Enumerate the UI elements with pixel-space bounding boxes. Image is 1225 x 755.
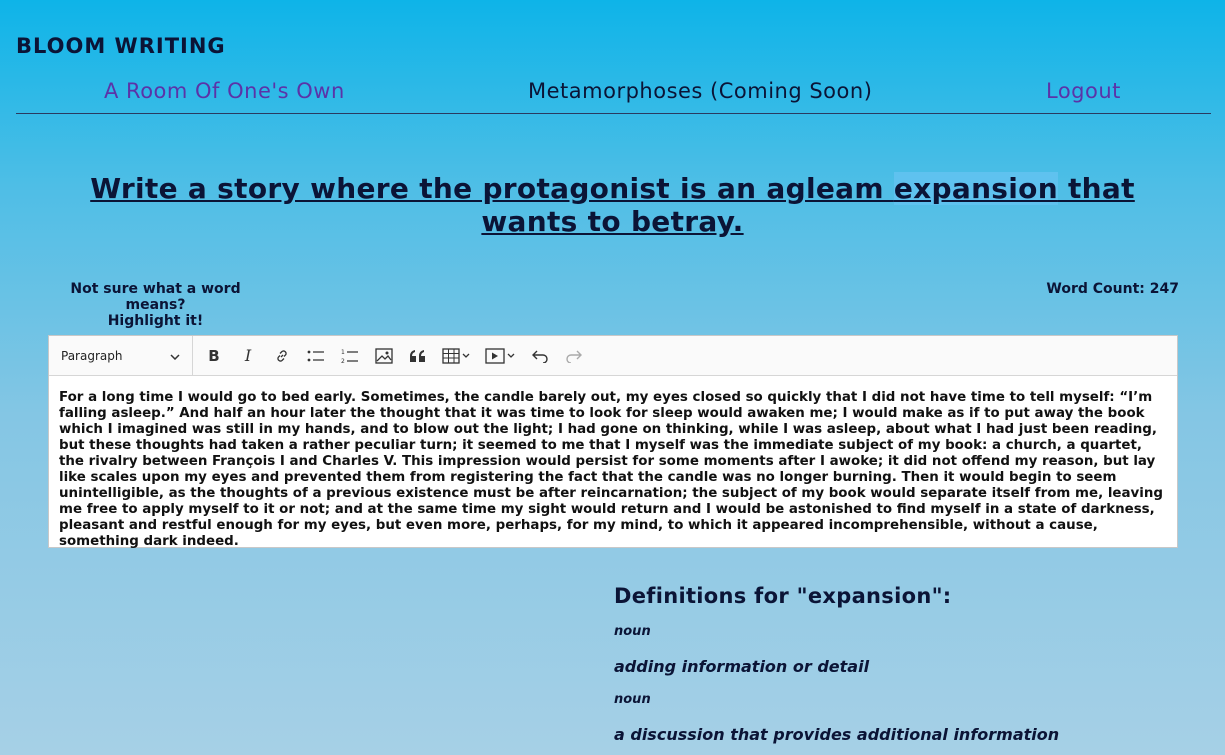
undo-button[interactable] (523, 336, 557, 375)
bulleted-list-button[interactable] (299, 336, 333, 375)
definition-meaning: adding information or detail (614, 657, 870, 676)
prompt-highlighted-word[interactable]: expansion (893, 172, 1058, 205)
insert-image-button[interactable] (367, 336, 401, 375)
rich-text-editor: Paragraph B I 12 For a long time I would… (48, 335, 1178, 550)
nav-link-room-of-ones-own[interactable]: A Room Of One's Own (104, 79, 345, 103)
logout-link[interactable]: Logout (1046, 79, 1121, 103)
writing-prompt: Write a story where the protagonist is a… (60, 172, 1165, 238)
media-icon (485, 347, 517, 364)
editor-toolbar: Paragraph B I 12 (49, 336, 1177, 376)
block-quote-button[interactable] (401, 336, 435, 375)
definition-meaning: a discussion that provides additional in… (614, 725, 1060, 744)
link-button[interactable] (265, 336, 299, 375)
brand-logo: BLOOM WRITING (16, 34, 226, 58)
word-count: Word Count: 247 (1046, 281, 1179, 297)
definition-part-of-speech: noun (614, 624, 651, 639)
definition-part-of-speech: noun (614, 692, 651, 707)
insert-table-button[interactable] (435, 336, 479, 375)
top-nav: A Room Of One's Own Metamorphoses (Comin… (16, 76, 1211, 114)
quote-icon (409, 349, 427, 363)
image-icon (375, 347, 393, 364)
hint-line-2: Highlight it! (107, 313, 204, 329)
redo-icon (565, 349, 583, 363)
block-style-label: Paragraph (61, 348, 123, 363)
undo-icon (531, 349, 549, 363)
redo-button (557, 336, 591, 375)
nav-link-metamorphoses: Metamorphoses (Coming Soon) (528, 79, 873, 103)
numbered-list-icon: 12 (341, 348, 359, 364)
link-icon (274, 348, 290, 364)
definitions-title: Definitions for "expansion": (614, 584, 952, 608)
highlight-hint: Not sure what a word means? Highlight it… (48, 281, 263, 329)
italic-icon: I (244, 346, 252, 365)
definitions-panel: Definitions for "expansion": noun adding… (614, 584, 1214, 744)
svg-text:1: 1 (341, 349, 345, 356)
table-icon (442, 347, 472, 364)
bold-icon: B (208, 346, 220, 365)
prompt-text-before: Write a story where the protagonist is a… (90, 172, 894, 205)
numbered-list-button[interactable]: 12 (333, 336, 367, 375)
chevron-down-icon (170, 349, 180, 363)
editor-content[interactable]: For a long time I would go to bed early.… (49, 376, 1177, 550)
hint-line-1: Not sure what a word means? (70, 281, 241, 313)
block-style-dropdown[interactable]: Paragraph (49, 336, 193, 375)
bold-button[interactable]: B (197, 336, 231, 375)
bulleted-list-icon (307, 349, 325, 363)
italic-button[interactable]: I (231, 336, 265, 375)
insert-media-button[interactable] (479, 336, 523, 375)
svg-text:2: 2 (341, 358, 345, 364)
